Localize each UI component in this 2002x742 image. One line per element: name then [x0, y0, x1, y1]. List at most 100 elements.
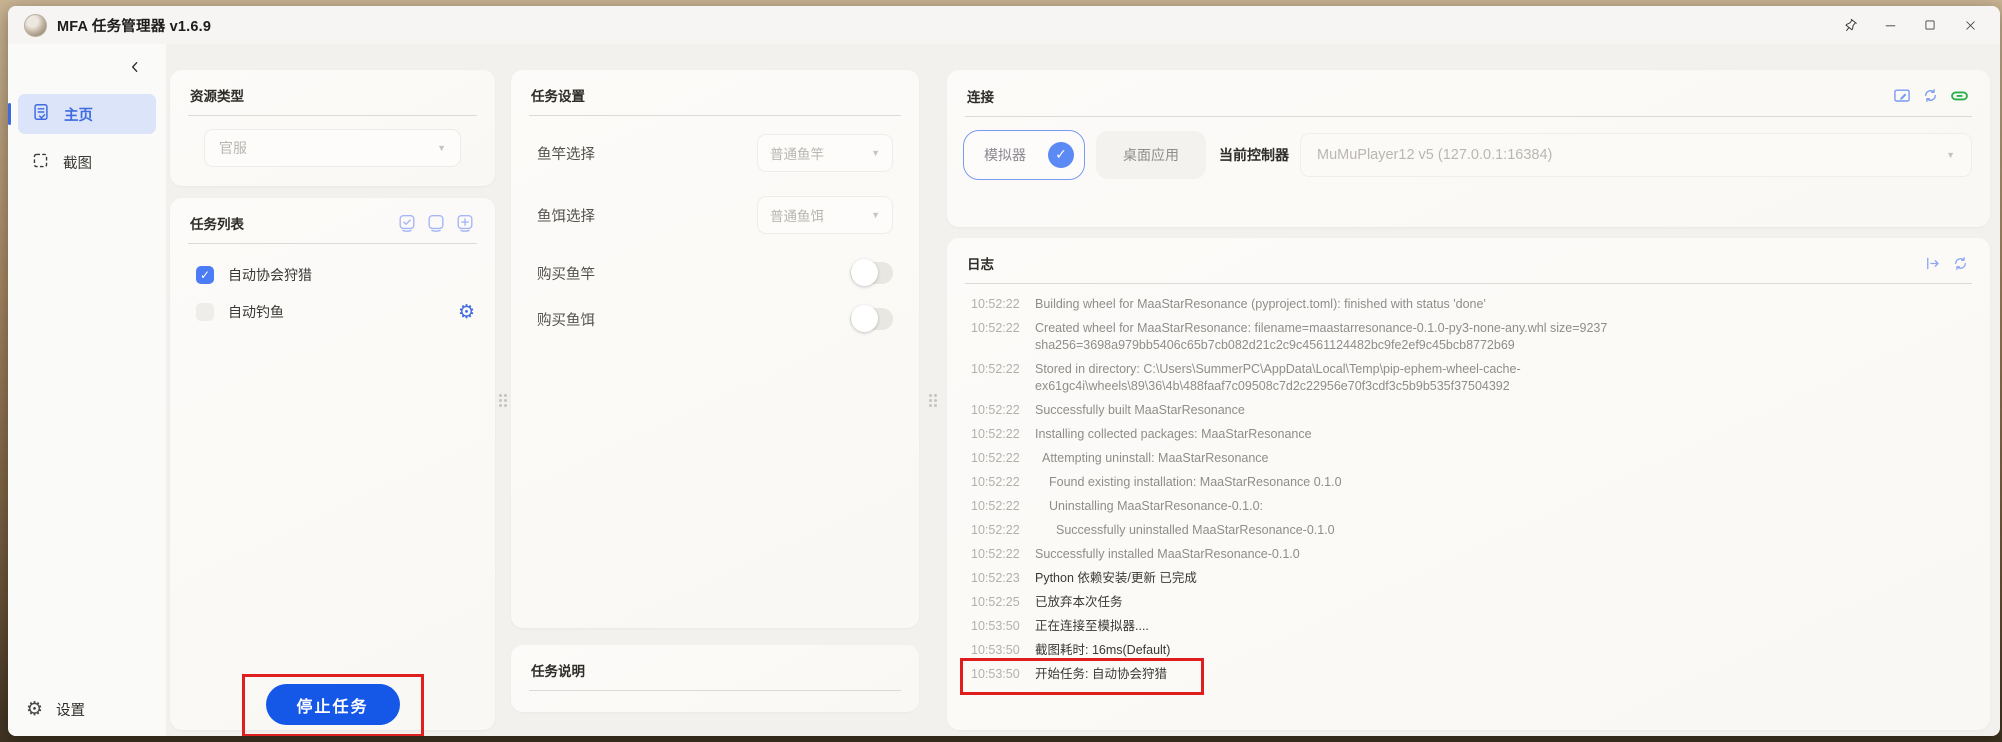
- resource-type-card: 资源类型 官服 ▼: [170, 70, 495, 186]
- annotation-box-stop-button: 停止任务: [242, 674, 424, 736]
- window-controls: [1830, 10, 1990, 40]
- log-message: Created wheel for MaaStarResonance: file…: [1035, 320, 1635, 354]
- buy-bait-toggle[interactable]: [850, 308, 893, 330]
- task-rows: 自动协会狩猎 ⚙ 自动钓鱼 ⚙: [170, 244, 495, 336]
- log-message: Attempting uninstall: MaaStarResonance: [1035, 450, 1269, 467]
- task-checkbox[interactable]: [196, 266, 214, 284]
- log-message: 已放弃本次任务: [1035, 594, 1123, 611]
- log-entry: 10:52:25 已放弃本次任务: [971, 590, 1970, 614]
- window-title: MFA 任务管理器 v1.6.9: [57, 15, 211, 36]
- log-message: 开始任务: 自动协会狩猎: [1035, 666, 1167, 683]
- log-timestamp: 10:52:22: [971, 320, 1035, 354]
- log-entry: 10:52:22 Found existing installation: Ma…: [971, 470, 1970, 494]
- desktop-app-tab[interactable]: 桌面应用: [1096, 131, 1206, 179]
- bait-select-dropdown[interactable]: 普通鱼饵 ▼: [757, 196, 893, 234]
- current-controller-label: 当前控制器: [1219, 145, 1289, 165]
- log-timestamp: 10:52:23: [971, 570, 1035, 587]
- log-entry: 10:52:22 Successfully installed MaaStarR…: [971, 542, 1970, 566]
- sidebar-item-label: 主页: [64, 104, 93, 125]
- task-label: 自动钓鱼: [228, 302, 284, 322]
- log-timestamp: 10:52:22: [971, 450, 1035, 467]
- log-entry: 10:52:22 Successfully built MaaStarReson…: [971, 398, 1970, 422]
- log-entry: 10:52:23 Python 依赖安装/更新 已完成: [971, 566, 1970, 590]
- desktop-background: MFA 任务管理器 v1.6.9: [0, 0, 2002, 742]
- resource-type-dropdown[interactable]: 官服 ▼: [204, 129, 461, 167]
- close-button[interactable]: [1950, 10, 1990, 40]
- emulator-tab[interactable]: 模拟器: [963, 130, 1085, 180]
- checkmark-icon: [1048, 142, 1074, 168]
- minimize-button[interactable]: [1870, 10, 1910, 40]
- log-entry: 10:52:22 Stored in directory: C:\Users\S…: [971, 357, 1970, 398]
- buy-rod-toggle[interactable]: [850, 262, 893, 284]
- log-timestamp: 10:52:22: [971, 498, 1035, 515]
- log-message: Successfully installed MaaStarResonance-…: [1035, 546, 1300, 563]
- add-task-icon[interactable]: [455, 213, 475, 233]
- settings-label: 设置: [56, 699, 85, 720]
- log-entry: 10:52:22 Building wheel for MaaStarReson…: [971, 292, 1970, 316]
- task-list-item[interactable]: 自动协会狩猎 ⚙: [196, 262, 475, 288]
- sidebar-item-screenshot[interactable]: 截图: [18, 142, 156, 182]
- log-timestamp: 10:52:22: [971, 474, 1035, 491]
- resource-type-value: 官服: [219, 138, 247, 158]
- app-window: MFA 任务管理器 v1.6.9: [8, 6, 2000, 736]
- main-content: 资源类型 官服 ▼ 任务列表: [166, 44, 2000, 736]
- deselect-all-icon[interactable]: [426, 213, 446, 233]
- scroll-to-end-icon[interactable]: [1923, 254, 1942, 273]
- sidebar-collapse-button[interactable]: [124, 56, 146, 78]
- task-list-item[interactable]: 自动钓鱼 ⚙: [196, 299, 475, 325]
- pin-icon[interactable]: [1830, 10, 1870, 40]
- divider: [529, 690, 901, 691]
- select-all-icon[interactable]: [397, 213, 417, 233]
- buy-bait-label: 购买鱼饵: [537, 309, 595, 330]
- refresh-connection-icon[interactable]: [1921, 86, 1940, 105]
- log-entry: 10:52:22 Created wheel for MaaStarResona…: [971, 316, 1970, 357]
- stop-task-button[interactable]: 停止任务: [266, 684, 400, 725]
- bait-select-value: 普通鱼饵: [770, 205, 824, 225]
- sidebar-item-settings[interactable]: ⚙ 设置: [18, 699, 156, 720]
- gear-icon: ⚙: [26, 700, 43, 719]
- column-splitter[interactable]: [495, 70, 511, 730]
- rod-select-label: 鱼竿选择: [537, 143, 595, 164]
- log-timestamp: 10:52:22: [971, 546, 1035, 563]
- connection-title: 连接: [967, 86, 994, 106]
- emulator-label: 模拟器: [984, 145, 1026, 165]
- log-timestamp: 10:52:22: [971, 402, 1035, 419]
- task-list-card: 任务列表: [170, 198, 495, 730]
- task-list-title: 任务列表: [190, 213, 244, 233]
- buy-rod-label: 购买鱼竿: [537, 263, 595, 284]
- sidebar-item-home[interactable]: 主页: [18, 94, 156, 134]
- maximize-button[interactable]: [1910, 10, 1950, 40]
- log-entry: 10:53:50 截图耗时: 16ms(Default): [971, 638, 1970, 662]
- log-entry: 10:53:50 开始任务: 自动协会狩猎: [971, 662, 1970, 686]
- task-label: 自动协会狩猎: [228, 265, 312, 285]
- edit-connection-icon[interactable]: [1892, 86, 1912, 106]
- log-message: Successfully built MaaStarResonance: [1035, 402, 1245, 419]
- chevron-down-icon: ▼: [437, 144, 446, 153]
- chevron-down-icon: ▼: [1946, 151, 1955, 160]
- link-status-icon[interactable]: [1949, 85, 1970, 106]
- column-splitter[interactable]: [919, 70, 947, 730]
- refresh-log-icon[interactable]: [1951, 254, 1970, 273]
- log-message: Installing collected packages: MaaStarRe…: [1035, 426, 1312, 443]
- log-timestamp: 10:53:50: [971, 642, 1035, 659]
- controller-value: MuMuPlayer12 v5 (127.0.0.1:16384): [1317, 147, 1552, 163]
- app-icon: [24, 14, 47, 37]
- task-description-card: 任务说明: [511, 645, 919, 712]
- log-list[interactable]: 10:52:22 Building wheel for MaaStarReson…: [947, 284, 1990, 730]
- task-settings-card: 任务设置 鱼竿选择 普通鱼竿 ▼ 鱼饵选择: [511, 70, 919, 628]
- log-entry: 10:52:22 Successfully uninstalled MaaSta…: [971, 518, 1970, 542]
- task-settings-title: 任务设置: [511, 70, 919, 115]
- log-message: 截图耗时: 16ms(Default): [1035, 642, 1170, 659]
- log-timestamp: 10:53:50: [971, 666, 1035, 683]
- log-timestamp: 10:52:22: [971, 361, 1035, 395]
- log-message: Stored in directory: C:\Users\SummerPC\A…: [1035, 361, 1635, 395]
- chevron-down-icon: ▼: [871, 211, 880, 220]
- task-checkbox[interactable]: [196, 303, 214, 321]
- resource-type-title: 资源类型: [170, 70, 495, 115]
- log-card: 日志: [947, 238, 1990, 730]
- controller-dropdown[interactable]: MuMuPlayer12 v5 (127.0.0.1:16384) ▼: [1300, 133, 1972, 177]
- connection-card: 连接: [947, 70, 1990, 227]
- rod-select-value: 普通鱼竿: [770, 143, 824, 163]
- task-settings-gear-icon[interactable]: ⚙: [458, 303, 475, 322]
- rod-select-dropdown[interactable]: 普通鱼竿 ▼: [757, 134, 893, 172]
